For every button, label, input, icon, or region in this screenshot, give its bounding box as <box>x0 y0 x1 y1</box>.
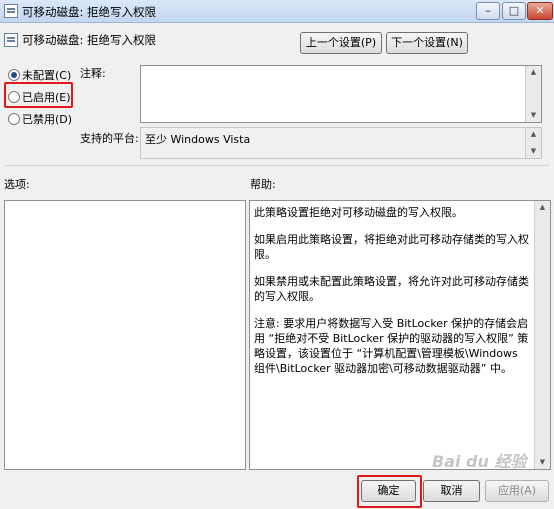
minimize-button[interactable]: – <box>476 2 500 20</box>
title-bar: 可移动磁盘: 拒绝写入权限 – □ ✕ <box>0 0 554 23</box>
radio-label-enabled[interactable]: 已启用(E) <box>22 89 71 105</box>
scroll-down-icon[interactable]: ▼ <box>535 456 550 469</box>
previous-setting-button[interactable]: 上一个设置(P) <box>300 32 382 54</box>
scroll-down-icon[interactable]: ▼ <box>526 109 541 122</box>
help-paragraph: 此策略设置拒绝对可移动磁盘的写入权限。 <box>254 206 463 219</box>
policy-icon <box>4 4 18 18</box>
platform-scrollbar[interactable]: ▲ ▼ <box>525 128 541 158</box>
close-icon: ✕ <box>535 4 545 17</box>
platform-label: 支持的平台: <box>80 132 139 145</box>
help-paragraph: 注意: 要求用户将数据写入受 BitLocker 保护的存储会启用 “拒绝对不受… <box>254 317 529 375</box>
options-panel <box>4 200 246 470</box>
watermark: Bai du 经验 <box>432 452 527 471</box>
help-scrollbar[interactable]: ▲ ▼ <box>534 201 550 469</box>
next-setting-button[interactable]: 下一个设置(N) <box>386 32 468 54</box>
radio-enabled[interactable] <box>8 91 20 103</box>
radio-label-not-configured[interactable]: 未配置(C) <box>22 67 71 83</box>
maximize-button[interactable]: □ <box>502 2 526 20</box>
scroll-up-icon[interactable]: ▲ <box>526 66 541 79</box>
platform-value: 至少 Windows Vista <box>145 133 251 146</box>
close-button[interactable]: ✕ <box>527 2 553 20</box>
policy-icon <box>4 33 18 47</box>
apply-button[interactable]: 应用(A) <box>485 480 549 502</box>
help-label: 帮助: <box>250 178 276 191</box>
scroll-down-icon[interactable]: ▼ <box>526 145 541 158</box>
ok-button[interactable]: 确定 <box>361 480 416 502</box>
radio-label-disabled[interactable]: 已禁用(D) <box>22 111 72 127</box>
maximize-icon: □ <box>508 4 520 17</box>
cancel-button[interactable]: 取消 <box>423 480 480 502</box>
help-paragraph: 如果禁用或未配置此策略设置，将允许对此可移动存储类的写入权限。 <box>254 275 529 303</box>
radio-disabled[interactable] <box>8 113 20 125</box>
comment-label: 注释: <box>80 67 106 80</box>
scroll-up-icon[interactable]: ▲ <box>535 201 550 214</box>
scroll-up-icon[interactable]: ▲ <box>526 128 541 141</box>
platform-field: 至少 Windows Vista ▲ ▼ <box>140 127 542 159</box>
comment-scrollbar[interactable]: ▲ ▼ <box>525 66 541 122</box>
help-paragraph: 如果启用此策略设置，将拒绝对此可移动存储类的写入权限。 <box>254 233 529 261</box>
help-panel: 此策略设置拒绝对可移动磁盘的写入权限。 如果启用此策略设置，将拒绝对此可移动存储… <box>249 200 551 470</box>
window-title: 可移动磁盘: 拒绝写入权限 <box>22 5 157 19</box>
comment-textarea[interactable]: ▲ ▼ <box>140 65 542 123</box>
options-label: 选项: <box>4 178 30 191</box>
help-text: 此策略设置拒绝对可移动磁盘的写入权限。 如果启用此策略设置，将拒绝对此可移动存储… <box>254 205 532 388</box>
policy-name: 可移动磁盘: 拒绝写入权限 <box>22 33 157 47</box>
minimize-icon: – <box>485 4 491 17</box>
divider <box>4 165 550 166</box>
radio-not-configured[interactable] <box>8 69 20 81</box>
